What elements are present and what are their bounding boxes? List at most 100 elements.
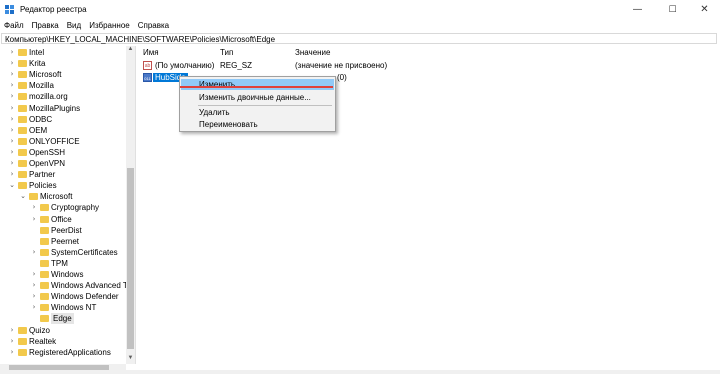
chevron-down-icon[interactable]: ⌄ [19,191,27,202]
folder-icon [18,326,27,334]
tree-item[interactable]: › MozillaPlugins [0,103,126,114]
column-type[interactable]: Тип [220,48,233,57]
status-bar [0,370,720,374]
chevron-right-icon[interactable]: › [30,202,38,213]
tree-item[interactable]: › RegisteredApplications [0,347,126,358]
tree-item[interactable]: ⌄ Microsoft [0,191,126,202]
column-value[interactable]: Значение [295,48,330,57]
tree-item[interactable]: › OpenVPN [0,158,126,169]
chevron-right-icon[interactable]: › [30,214,38,225]
value-data: (0) [337,73,347,82]
tree-item[interactable]: TPM [0,258,126,269]
tree-item[interactable]: › Partner [0,169,126,180]
scroll-thumb[interactable] [127,168,134,349]
tree-item-label: Krita [29,59,46,69]
tree-item[interactable]: › Realtek [0,336,126,347]
address-bar[interactable]: Компьютер\HKEY_LOCAL_MACHINE\SOFTWARE\Po… [1,33,717,44]
menu-file[interactable]: Файл [0,20,28,32]
menu-help[interactable]: Справка [134,20,173,32]
folder-icon [40,315,49,323]
tree-item[interactable]: PeerDist [0,225,126,236]
chevron-right-icon[interactable]: › [8,103,16,114]
folder-icon [18,60,27,68]
folder-icon [40,293,49,301]
tree-item-label: Windows Defender [51,292,119,302]
tree-item[interactable]: › ONLYOFFICE [0,136,126,147]
tree-item[interactable]: › mozilla.org [0,91,126,102]
tree-item-label: Microsoft [40,192,73,202]
tree-item[interactable]: › Windows Advanced Th [0,280,133,291]
chevron-down-icon[interactable]: ⌄ [8,180,16,191]
chevron-right-icon[interactable]: › [8,80,16,91]
tree-item[interactable]: › Quizo [0,325,126,336]
tree-item[interactable]: › Mozilla [0,80,126,91]
tree-item[interactable]: › SystemCertificates [0,247,126,258]
menu-item-edit[interactable]: Изменить... [181,79,334,90]
menu-item-edit-binary[interactable]: Изменить двоичные данные... [181,92,334,103]
folder-icon [18,104,27,112]
tree-item[interactable]: Peernet [0,236,126,247]
tree-item[interactable]: › Windows NT [0,302,126,313]
tree-item[interactable]: › Cryptography [0,202,126,213]
column-name[interactable]: Имя [143,48,159,57]
value-row[interactable]: ab (По умолчанию) REG_SZ (значение не пр… [140,60,700,71]
tree-item[interactable]: › OEM [0,125,126,136]
folder-icon [40,215,49,223]
tree-item[interactable]: › Windows Defender [0,291,126,302]
tree-item-label: Mozilla [29,81,54,91]
chevron-right-icon[interactable]: › [30,269,38,280]
tree-item[interactable]: › Microsoft [0,69,126,80]
menu-separator [198,105,332,106]
scroll-up-icon[interactable]: ▲ [126,46,135,55]
chevron-right-icon[interactable]: › [8,47,16,58]
folder-icon [40,304,49,312]
registry-tree: › Intel › Krita › Microsoft › Mozilla › mozilla.o… [0,46,136,364]
value-name: (По умолчанию) [155,61,215,70]
chevron-right-icon[interactable]: › [8,158,16,169]
chevron-right-icon[interactable]: › [8,169,16,180]
chevron-right-icon[interactable]: › [8,325,16,336]
folder-icon [18,126,27,134]
maximize-button[interactable]: ☐ [656,0,689,20]
chevron-right-icon[interactable]: › [30,280,38,291]
chevron-right-icon[interactable]: › [8,114,16,125]
tree-item[interactable]: › Intel [0,47,126,58]
tree-item-label: Windows Advanced Th [51,281,133,291]
chevron-right-icon[interactable]: › [8,336,16,347]
tree-item[interactable]: Edge [0,313,126,325]
tree-item[interactable]: › Office [0,214,126,225]
value-data: (значение не присвоено) [295,61,388,70]
tree-item-label: TPM [51,258,68,268]
chevron-right-icon[interactable]: › [30,302,38,313]
tree-item[interactable]: › ODBC [0,114,126,125]
chevron-right-icon[interactable]: › [8,147,16,158]
menu-item-rename[interactable]: Переименовать [181,119,334,130]
chevron-right-icon[interactable]: › [8,69,16,80]
tree-item[interactable]: › Windows [0,269,126,280]
chevron-right-icon[interactable]: › [30,291,38,302]
folder-icon [40,204,49,212]
tree-item[interactable]: ⌄ Policies [0,180,126,191]
tree-item[interactable]: › OpenSSH [0,147,126,158]
chevron-right-icon[interactable]: › [8,136,16,147]
string-value-icon: ab [143,61,152,70]
window-title: Редактор реестра [20,5,87,14]
menu-view[interactable]: Вид [63,20,85,32]
chevron-right-icon[interactable]: › [30,247,38,258]
menu-item-delete[interactable]: Удалить [181,107,334,118]
chevron-right-icon[interactable]: › [8,91,16,102]
minimize-button[interactable]: — [621,0,654,20]
scroll-down-icon[interactable]: ▼ [126,355,135,364]
chevron-right-icon[interactable]: › [8,347,16,358]
registry-editor-icon [5,5,14,14]
tree-item[interactable]: › Krita [0,58,126,69]
highlight-underline [180,86,333,88]
menu-edit[interactable]: Правка [28,20,63,32]
chevron-right-icon[interactable]: › [8,125,16,136]
chevron-right-icon[interactable]: › [8,58,16,69]
tree-item-label: Office [51,214,72,224]
tree-vertical-scrollbar[interactable]: ▲ ▼ [126,46,135,364]
menu-favorites[interactable]: Избранное [85,20,134,32]
close-button[interactable]: ✕ [688,0,720,20]
folder-icon [40,282,49,290]
